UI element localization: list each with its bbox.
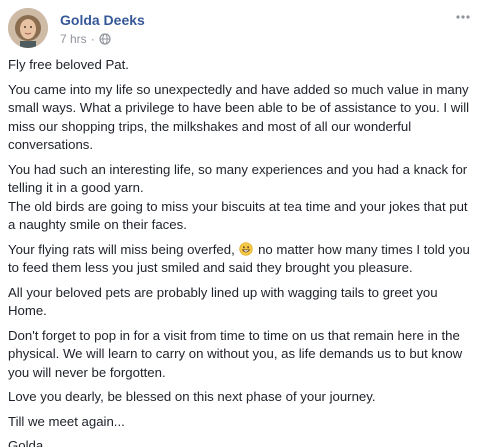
post-paragraph-6: Don't forget to pop in for a visit from … [8, 327, 463, 380]
post-paragraph-1: Fly free beloved Pat. [8, 57, 129, 72]
post-paragraph-8: Till we meet again... [8, 413, 125, 429]
meta-separator: · [90, 32, 95, 46]
post-signature: Golda [8, 438, 44, 447]
globe-icon[interactable] [99, 33, 111, 45]
post-paragraph-2: You came into my life so unexpectedly an… [8, 81, 470, 153]
author-name[interactable]: Golda Deeks [60, 11, 145, 29]
timestamp[interactable]: 7 hrs [60, 31, 87, 47]
post-paragraph-5: All your beloved pets are probably lined… [8, 284, 438, 319]
post-paragraph-3: You had such an interesting life, so man… [8, 161, 468, 233]
emoji-paragraph-before: Your flying rats will miss being overfed… [8, 241, 239, 257]
post-meta: 7 hrs · [60, 31, 111, 47]
profile-photo-icon [8, 8, 48, 48]
more-options-icon[interactable] [455, 12, 471, 22]
post-body: Fly free beloved Pat. You came into my l… [8, 56, 474, 447]
post-paragraph-7: Love you dearly, be blessed on this next… [8, 389, 376, 404]
post-paragraph-4: Your flying rats will miss being overfed… [8, 241, 474, 278]
avatar[interactable] [8, 8, 48, 48]
facebook-post: Golda Deeks 7 hrs · Fly free beloved Pat… [0, 0, 479, 447]
grinning-face-emoji-icon [239, 241, 254, 256]
